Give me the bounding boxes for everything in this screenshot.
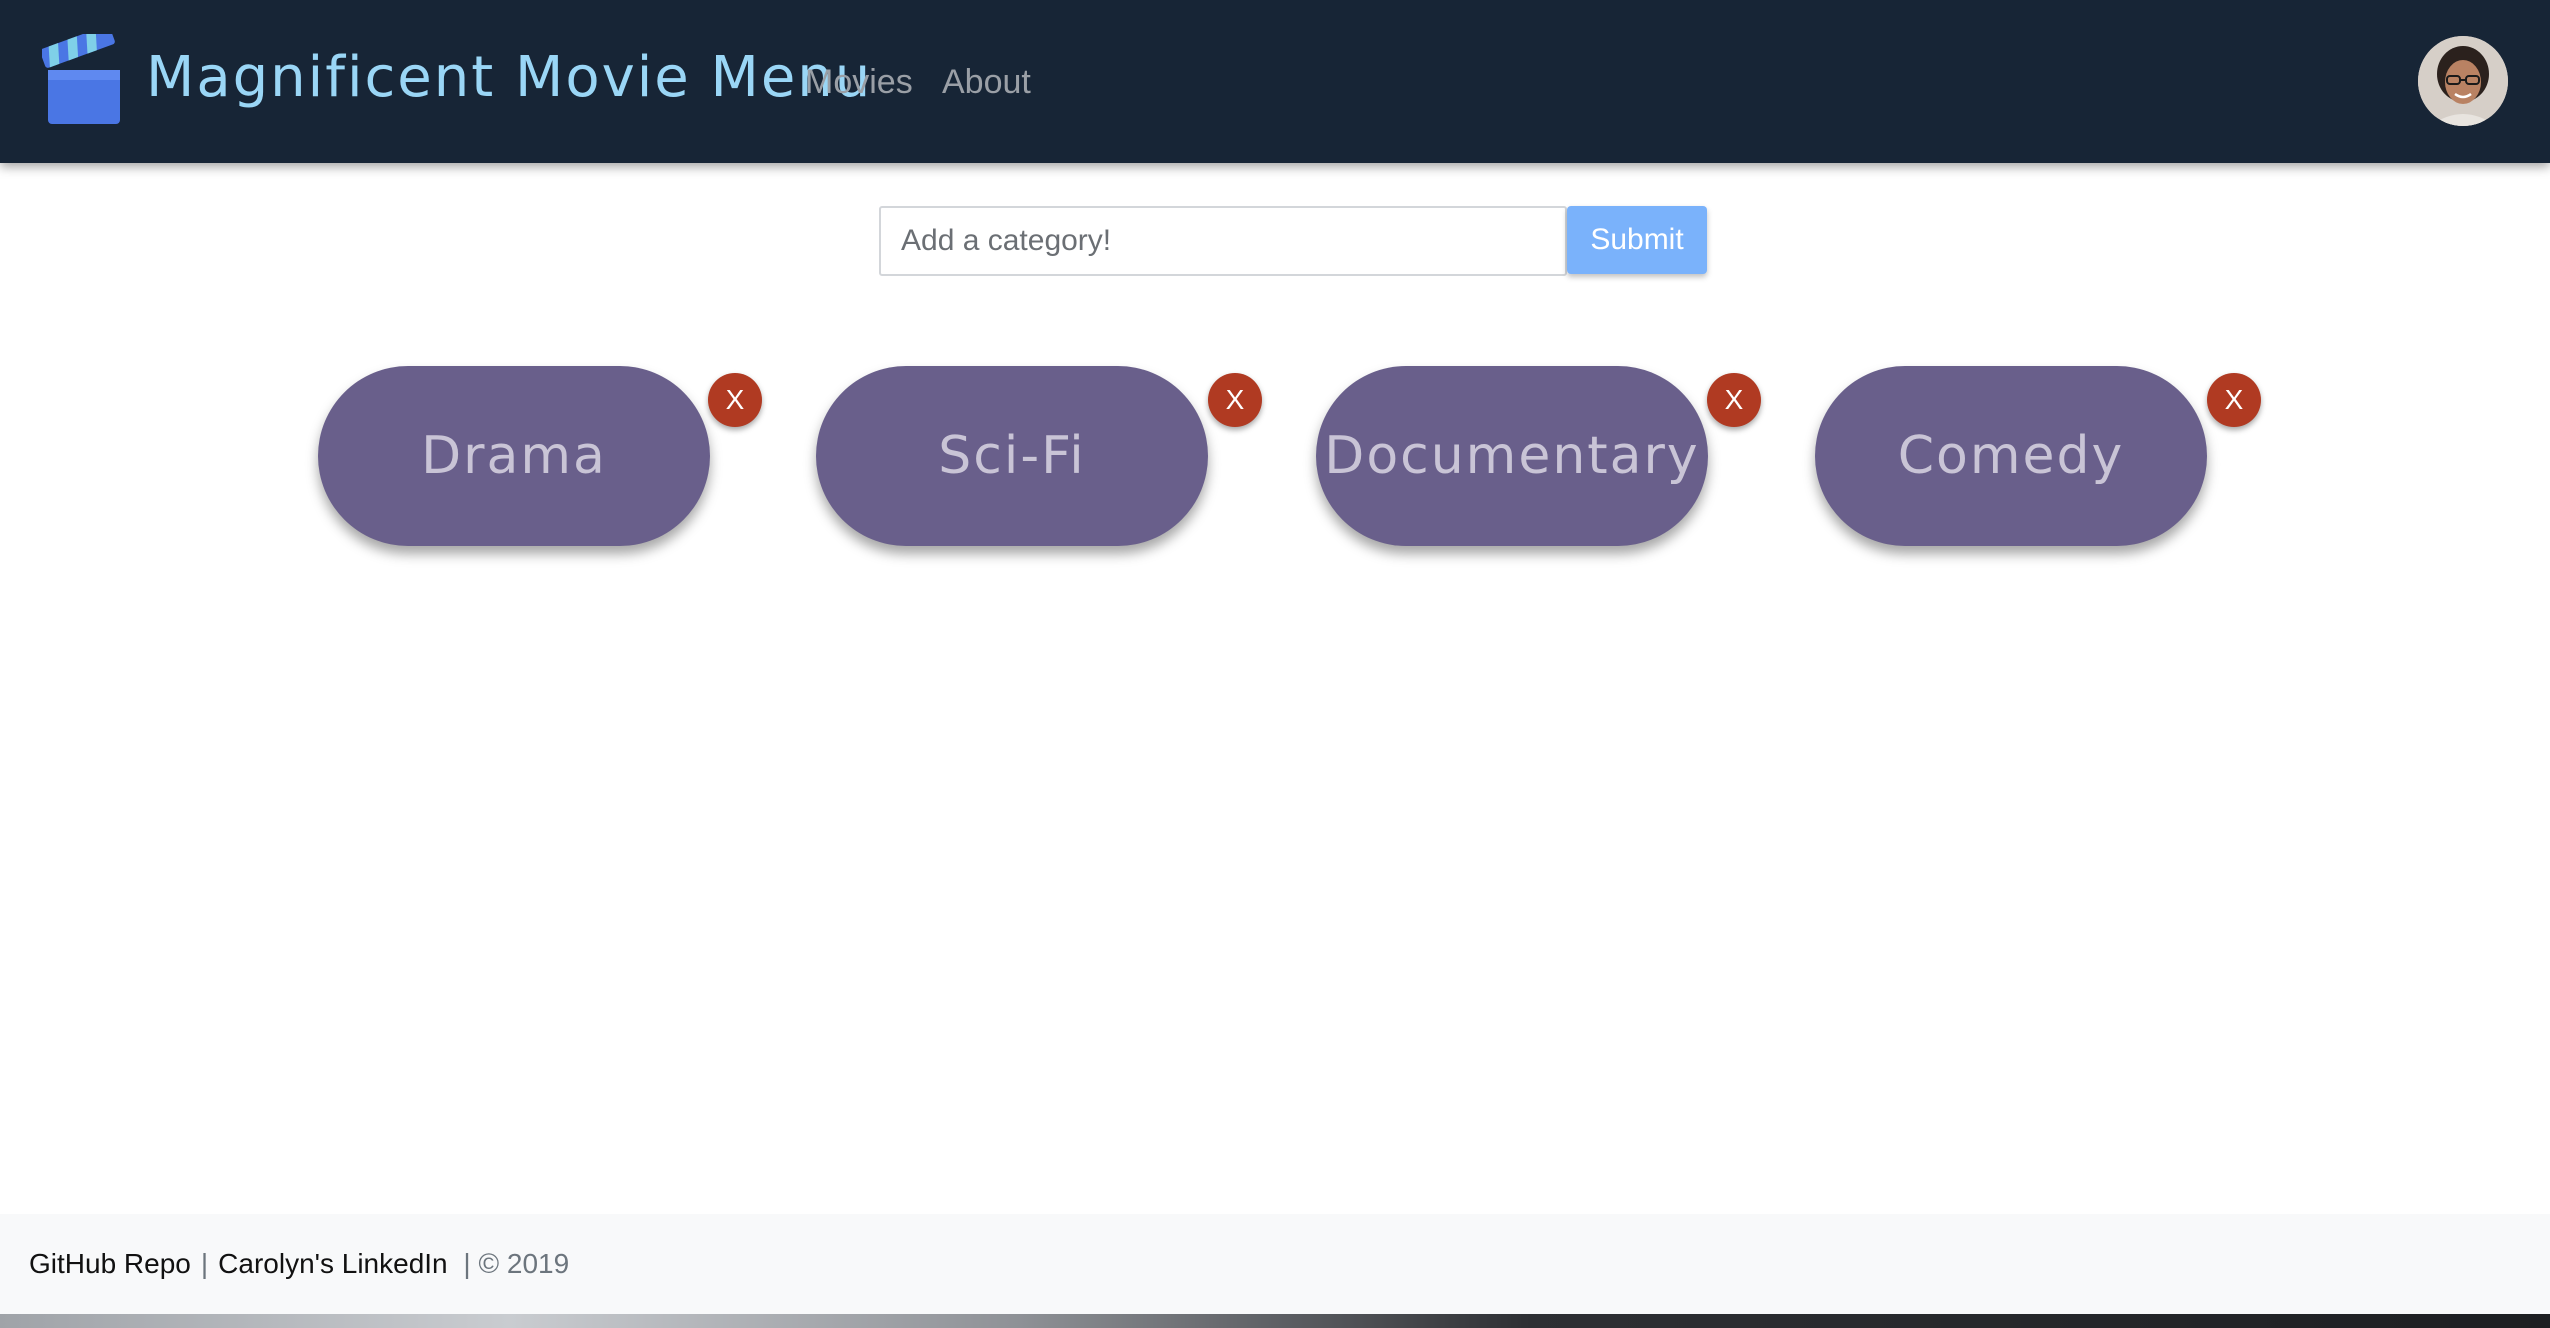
- user-avatar[interactable]: [2418, 36, 2508, 126]
- navbar: Magnificent Movie Menu Movies About: [0, 0, 2550, 163]
- avatar-portrait-icon: [2418, 36, 2508, 126]
- nav-link-movies[interactable]: Movies: [805, 52, 913, 112]
- linkedin-link[interactable]: Carolyn's LinkedIn: [218, 1248, 447, 1279]
- brand-title[interactable]: Magnificent Movie Menu: [146, 38, 872, 118]
- delete-category-drama-button[interactable]: X: [708, 373, 762, 427]
- copyright-text: | © 2019: [463, 1248, 570, 1279]
- category-label: Sci-Fi: [938, 426, 1086, 486]
- window-bottom-edge: [0, 1314, 2550, 1328]
- delete-category-comedy-button[interactable]: X: [2207, 373, 2261, 427]
- clapperboard-icon[interactable]: [42, 34, 124, 126]
- nav-link-about[interactable]: About: [942, 52, 1031, 112]
- category-label: Documentary: [1324, 426, 1700, 486]
- delete-category-documentary-button[interactable]: X: [1707, 373, 1761, 427]
- category-pill-drama[interactable]: Drama: [318, 366, 710, 546]
- category-label: Comedy: [1897, 426, 2125, 486]
- footer-links: GitHub Repo | Carolyn's LinkedIn | © 2019: [29, 1214, 569, 1314]
- submit-button[interactable]: Submit: [1567, 206, 1707, 274]
- category-pill-sci-fi[interactable]: Sci-Fi: [816, 366, 1208, 546]
- category-input[interactable]: [879, 206, 1567, 276]
- github-repo-link[interactable]: GitHub Repo: [29, 1248, 191, 1279]
- delete-category-sci-fi-button[interactable]: X: [1208, 373, 1262, 427]
- category-pill-documentary[interactable]: Documentary: [1316, 366, 1708, 546]
- category-pill-comedy[interactable]: Comedy: [1815, 366, 2207, 546]
- category-label: Drama: [421, 426, 607, 486]
- footer: GitHub Repo | Carolyn's LinkedIn | © 2019: [0, 1214, 2550, 1314]
- footer-separator: |: [200, 1248, 209, 1279]
